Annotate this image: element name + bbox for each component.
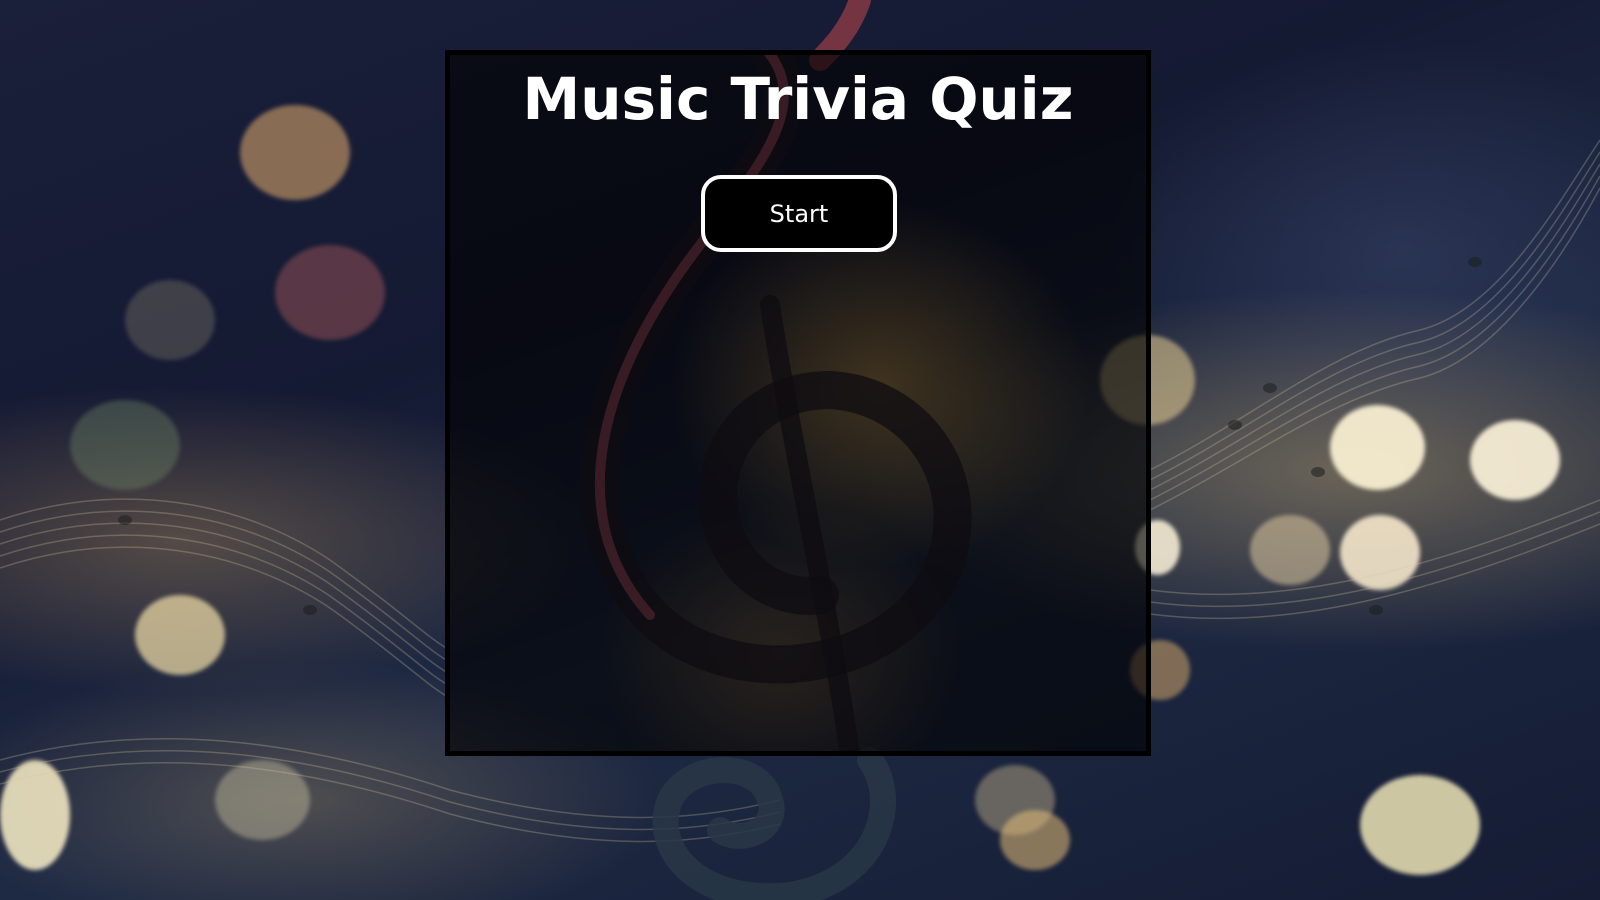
treble-clef-icon [581, 55, 972, 751]
background-image: Music Trivia Quiz Start [0, 0, 1600, 900]
start-button[interactable]: Start [701, 175, 897, 252]
page-title: Music Trivia Quiz [522, 65, 1074, 133]
quiz-panel: Music Trivia Quiz Start [445, 50, 1151, 756]
